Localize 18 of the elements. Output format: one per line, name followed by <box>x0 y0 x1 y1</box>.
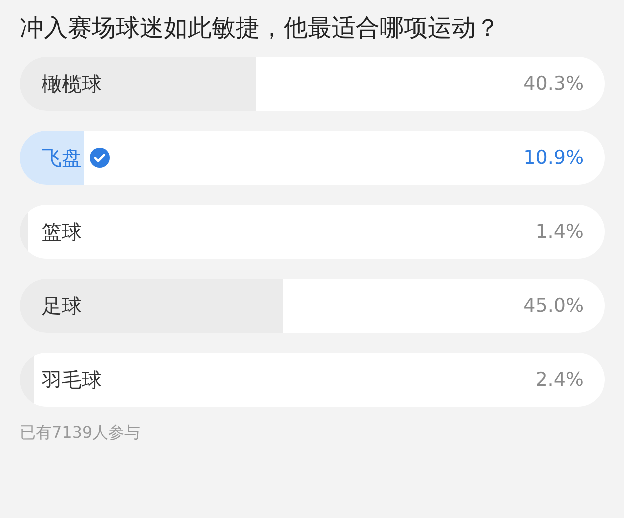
poll-option[interactable]: 足球 45.0% <box>20 279 605 333</box>
poll-option[interactable]: 橄榄球 40.3% <box>20 57 605 111</box>
vote-percentage: 40.3% <box>524 72 584 97</box>
option-label: 足球 <box>42 293 82 320</box>
option-label: 篮球 <box>42 219 82 246</box>
poll-option[interactable]: 羽毛球 2.4% <box>20 353 605 407</box>
participant-count: 已有7139人参与 <box>20 422 142 444</box>
option-label: 羽毛球 <box>42 367 102 394</box>
poll-option[interactable]: 篮球 1.4% <box>20 205 605 259</box>
option-label: 橄榄球 <box>42 71 102 98</box>
check-icon <box>90 148 110 168</box>
vote-percentage: 10.9% <box>524 146 584 171</box>
poll-option[interactable]: 飞盘 10.9% <box>20 131 605 185</box>
vote-percentage: 2.4% <box>536 368 584 393</box>
vote-percentage: 1.4% <box>536 220 584 245</box>
poll-question: 冲入赛场球迷如此敏捷，他最适合哪项运动？ <box>20 13 501 44</box>
vote-percentage: 45.0% <box>524 294 584 319</box>
option-label: 飞盘 <box>42 145 82 172</box>
